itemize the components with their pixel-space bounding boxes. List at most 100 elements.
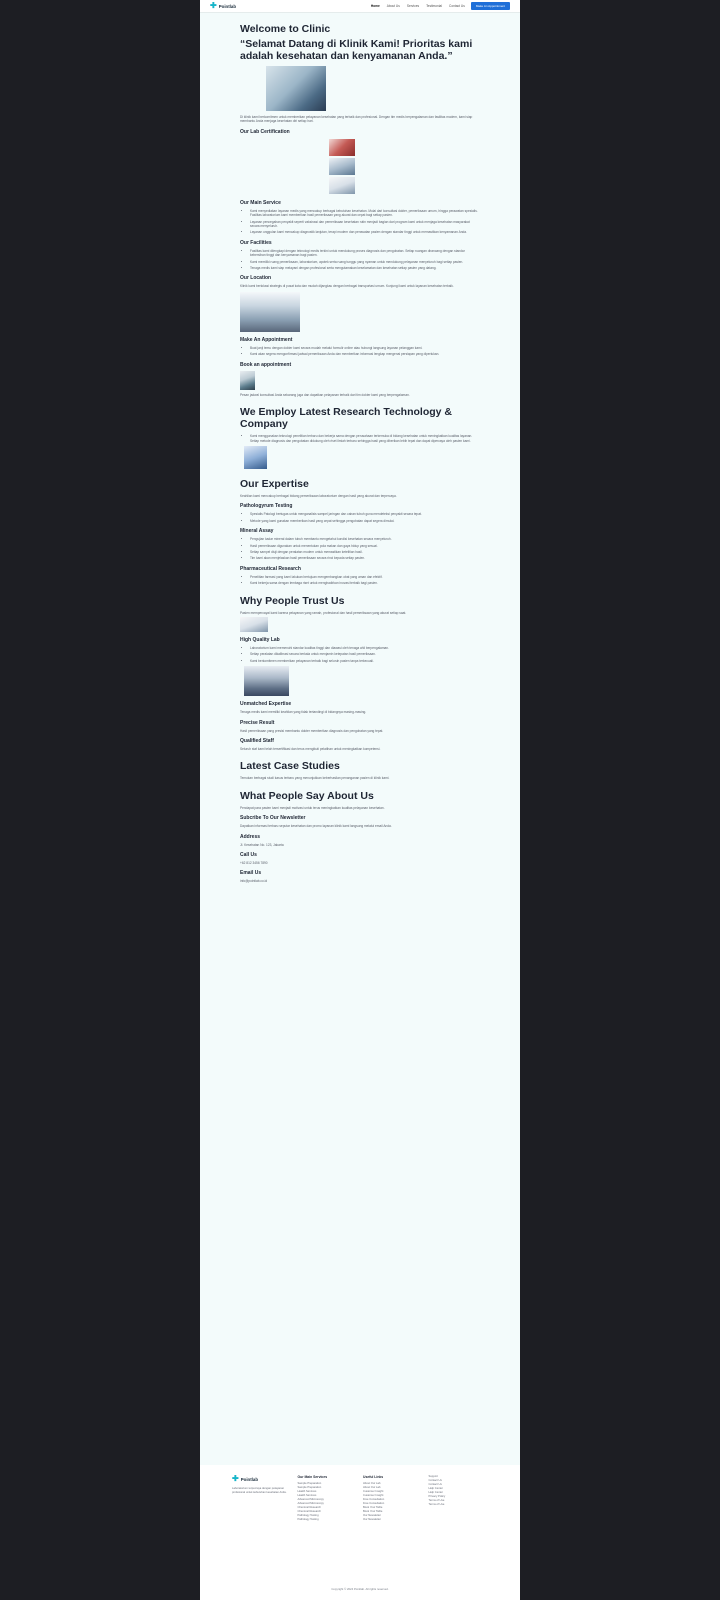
list-item: Setiap peralatan dikalibrasi secara berk… xyxy=(250,652,480,656)
researcher-image xyxy=(244,445,267,469)
research-title: We Employ Latest Research Technology & C… xyxy=(240,406,452,431)
trust-text: Pasien mempercayai kami karena pelayanan… xyxy=(240,610,407,615)
list-item: Layanan unggulan kami mencakup diagnosti… xyxy=(250,230,480,234)
footer-services-column: Our Main Services Sample Preparation Sam… xyxy=(298,1475,358,1522)
location-title: Our Location xyxy=(240,275,272,282)
trust-title: Why People Trust Us xyxy=(240,594,345,607)
footer-link[interactable]: Our Newsletter xyxy=(363,1518,423,1522)
top-navigation: ✚ Pointlab Home About Us Services Testim… xyxy=(200,0,520,13)
footer-about: Laboratorium terpercaya dengan pelayanan… xyxy=(232,1487,287,1494)
location-text: Klinik kami berlokasi strategis di pusat… xyxy=(240,284,454,289)
brand-logo[interactable]: ✚ Pointlab xyxy=(210,2,236,10)
list-item: Buat janji temu dengan dokter kami secar… xyxy=(250,346,480,350)
nav-link-services[interactable]: Services xyxy=(407,4,419,8)
mineral-title: Mineral Assay xyxy=(240,528,274,535)
testimonial-text: Pendapat para pasien kami menjadi motiva… xyxy=(240,805,385,810)
facilities-title: Our Facilities xyxy=(240,239,272,246)
main-content: Welcome to Clinic “Selamat Datang di Kli… xyxy=(200,13,520,884)
nav-link-about[interactable]: About Us xyxy=(387,4,400,8)
list-item: Kami menggunakan teknologi penelitian te… xyxy=(250,434,480,443)
footer-brand-column: ✚ Pointlab Laboratorium terpercaya denga… xyxy=(232,1475,292,1522)
certification-image-2 xyxy=(329,157,355,175)
pathology-title: Pathologyrum Testing xyxy=(240,503,293,510)
qualified-staff-text: Seluruh staf kami telah tersertifikasi d… xyxy=(240,747,381,751)
laboratory-room-image xyxy=(244,666,289,697)
doctor-writing-image xyxy=(240,616,268,632)
copyright: Copyright © 2024 Pointlab. All rights re… xyxy=(331,1587,389,1591)
quality-title: High Quality Lab xyxy=(240,636,280,643)
expertise-title: Our Expertise xyxy=(240,477,309,490)
nav-link-home[interactable]: Home xyxy=(371,4,380,8)
call-label: Call Us xyxy=(240,852,257,859)
precise-result-text: Hasil pemeriksaan yang presisi membantu … xyxy=(240,728,384,733)
list-item: Kami menyediakan layanan medis yang menc… xyxy=(250,209,480,218)
footer-useful-links-column: Useful Links About Our Lab About Our Lab… xyxy=(363,1475,423,1522)
footer: ✚ Pointlab Laboratorium terpercaya denga… xyxy=(200,1465,520,1600)
appointment-title: Make An Appointment xyxy=(240,336,293,343)
brand-name: Pointlab xyxy=(218,3,237,9)
footer-useful-links-title: Useful Links xyxy=(363,1475,384,1479)
list-item: Metode yang kami gunakan memberikan hasi… xyxy=(250,519,480,523)
welcome-title: Welcome to Clinic xyxy=(240,23,331,35)
make-appointment-button[interactable]: Make An Appointment xyxy=(470,2,510,10)
nav-links: Home About Us Services Testimonial Conta… xyxy=(371,4,465,8)
address-label: Address xyxy=(240,833,261,840)
facilities-list: Fasilitas kami dilengkapi dengan teknolo… xyxy=(240,249,480,271)
address-value: Jl. Kesehatan No. 123, Jakarta xyxy=(240,842,284,847)
research-list: Kami menggunakan teknologi penelitian te… xyxy=(240,434,480,443)
cross-icon: ✚ xyxy=(232,1474,239,1483)
case-studies-title: Latest Case Studies xyxy=(240,760,340,773)
footer-services-title: Our Main Services xyxy=(297,1475,328,1479)
phone-value[interactable]: +62 812 3456 7890 xyxy=(240,861,480,865)
footer-support-column: Support Contact Us Contact Us Help Cente… xyxy=(429,1475,489,1522)
certification-image-1 xyxy=(329,138,355,156)
unmatched-expertise-title: Unmatched Expertise xyxy=(240,701,292,708)
footer-brand-name: Pointlab xyxy=(240,1476,259,1482)
list-item: Layanan pencegahan penyakit seperti vaks… xyxy=(250,220,480,229)
footer-link[interactable]: Pathology Testing xyxy=(298,1518,358,1522)
page: ✚ Pointlab Home About Us Services Testim… xyxy=(200,0,520,1600)
list-item: Hasil pemeriksaan digunakan untuk menent… xyxy=(250,544,480,548)
appointment-list: Buat janji temu dengan dokter kami secar… xyxy=(240,346,480,357)
footer-columns: ✚ Pointlab Laboratorium terpercaya denga… xyxy=(200,1465,520,1522)
testimonial-title: What People Say About Us xyxy=(240,789,374,802)
list-item: Kami memiliki ruang pemeriksaan, laborat… xyxy=(250,260,480,264)
email-value[interactable]: info@pointlab.co.id xyxy=(240,879,480,883)
doctor-image xyxy=(240,370,255,390)
list-item: Kami berkomitmen memberikan pelayanan te… xyxy=(250,659,480,663)
email-label: Email Us xyxy=(240,870,262,877)
list-item: Pengujian kadar mineral dalam tubuh memb… xyxy=(250,537,480,541)
list-item: Tenaga medis kami siap melayani dengan p… xyxy=(250,266,480,270)
pathology-list: Spesialis Patologi bertugas untuk mengan… xyxy=(240,512,480,523)
unmatched-expertise-text: Tenaga medis kami memiliki keahlian yang… xyxy=(240,710,367,715)
footer-link[interactable]: Terms of Use xyxy=(429,1503,489,1507)
cross-icon: ✚ xyxy=(210,1,217,10)
nav-link-contact[interactable]: Contact Us xyxy=(449,4,465,8)
list-item: Laboratorium kami memenuhi standar kuali… xyxy=(250,646,480,650)
book-appointment-title: Book an appointment xyxy=(240,361,292,368)
certification-image-3 xyxy=(329,176,355,194)
main-service-title: Our Main Service xyxy=(240,199,281,206)
case-studies-text: Temukan berbagai studi kasus terbaru yan… xyxy=(240,776,390,781)
main-service-list: Kami menyediakan layanan medis yang menc… xyxy=(240,209,480,235)
list-item: Setiap sampel diuji dengan peralatan mod… xyxy=(250,550,480,554)
pharma-list: Penelitian farmasi yang kami lakukan ber… xyxy=(240,575,480,586)
mineral-list: Pengujian kadar mineral dalam tubuh memb… xyxy=(240,537,480,561)
nav-link-testimonial[interactable]: Testimonial xyxy=(426,4,442,8)
certification-title: Our Lab Certification xyxy=(240,128,290,135)
scientists-image xyxy=(266,66,326,111)
intro-text: Di klinik kami berkomitmen untuk memberi… xyxy=(240,115,473,124)
pharma-title: Pharmaceutical Research xyxy=(240,565,301,572)
footer-logo[interactable]: ✚ Pointlab xyxy=(232,1475,292,1483)
quality-list: Laboratorium kami memenuhi standar kuali… xyxy=(240,646,480,663)
newsletter-title: Subcribe To Our Newsletter xyxy=(240,815,306,822)
list-item: Spesialis Patologi bertugas untuk mengan… xyxy=(250,512,480,516)
list-item: Penelitian farmasi yang kami lakukan ber… xyxy=(250,575,480,579)
newsletter-text: Dapatkan informasi terbaru seputar keseh… xyxy=(240,824,392,829)
precise-result-title: Precise Result xyxy=(240,719,275,726)
list-item: Kami bekerja sama dengan lembaga riset u… xyxy=(250,581,480,585)
expertise-text: Keahlian kami mencakup berbagai bidang p… xyxy=(240,493,397,498)
lab-hall-image xyxy=(240,291,300,332)
book-appointment-text: Pesan jadwal konsultasi Anda sekarang ju… xyxy=(240,392,410,397)
list-item: Tim kami akan menjelaskan hasil pemeriks… xyxy=(250,556,480,560)
